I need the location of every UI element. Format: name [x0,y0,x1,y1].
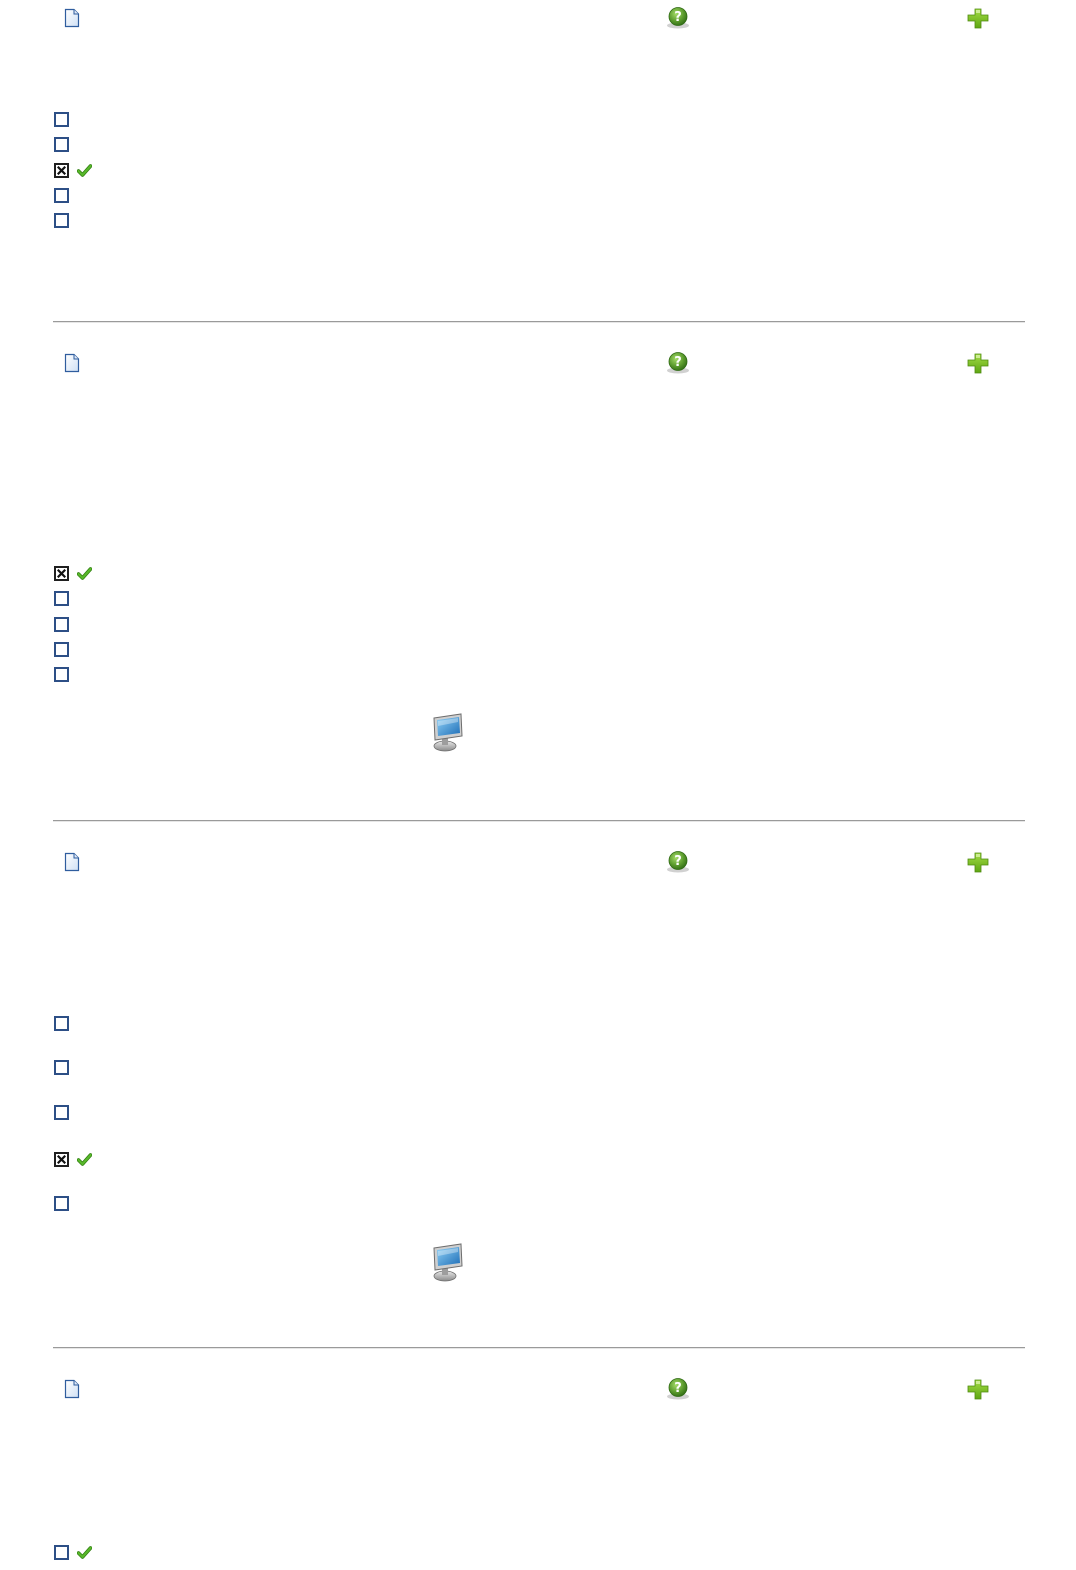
answer-checkbox[interactable] [54,112,69,127]
section-divider [53,321,1025,323]
add-icon[interactable] [965,1378,991,1402]
answer-checkbox[interactable] [54,591,69,606]
document-icon[interactable] [63,852,81,872]
section-divider [53,820,1025,822]
answer-checkbox[interactable] [54,642,69,657]
help-icon[interactable]: ? [665,1377,691,1401]
monitor-icon [433,713,463,752]
x-mark-icon [57,569,66,578]
x-mark-icon [57,1155,66,1164]
correct-answer-check-icon [77,567,92,580]
answer-checkbox[interactable] [54,1152,69,1167]
document-icon[interactable] [63,1379,81,1399]
answer-checkbox[interactable] [54,163,69,178]
monitor-icon [433,1243,463,1282]
correct-answer-check-icon [77,1546,92,1559]
answer-checkbox[interactable] [54,667,69,682]
correct-answer-check-icon [77,1153,92,1166]
help-icon[interactable]: ? [665,6,691,30]
answer-checkbox[interactable] [54,617,69,632]
add-icon[interactable] [965,352,991,376]
help-icon[interactable]: ? [665,850,691,874]
help-icon[interactable]: ? [665,351,691,375]
svg-text:?: ? [674,10,682,25]
svg-text:?: ? [674,355,682,370]
answer-checkbox[interactable] [54,188,69,203]
answer-checkbox[interactable] [54,137,69,152]
document-icon[interactable] [63,353,81,373]
section-divider [53,1347,1025,1349]
svg-text:?: ? [674,854,682,869]
answer-checkbox[interactable] [54,566,69,581]
answer-checkbox[interactable] [54,1196,69,1211]
answer-checkbox[interactable] [54,1016,69,1031]
svg-text:?: ? [674,1381,682,1396]
answer-checkbox[interactable] [54,1105,69,1120]
answer-checkbox[interactable] [54,1060,69,1075]
answer-checkbox[interactable] [54,1545,69,1560]
document-icon[interactable] [63,8,81,28]
answer-checkbox[interactable] [54,213,69,228]
correct-answer-check-icon [77,164,92,177]
add-icon[interactable] [965,851,991,875]
x-mark-icon [57,166,66,175]
add-icon[interactable] [965,7,991,31]
